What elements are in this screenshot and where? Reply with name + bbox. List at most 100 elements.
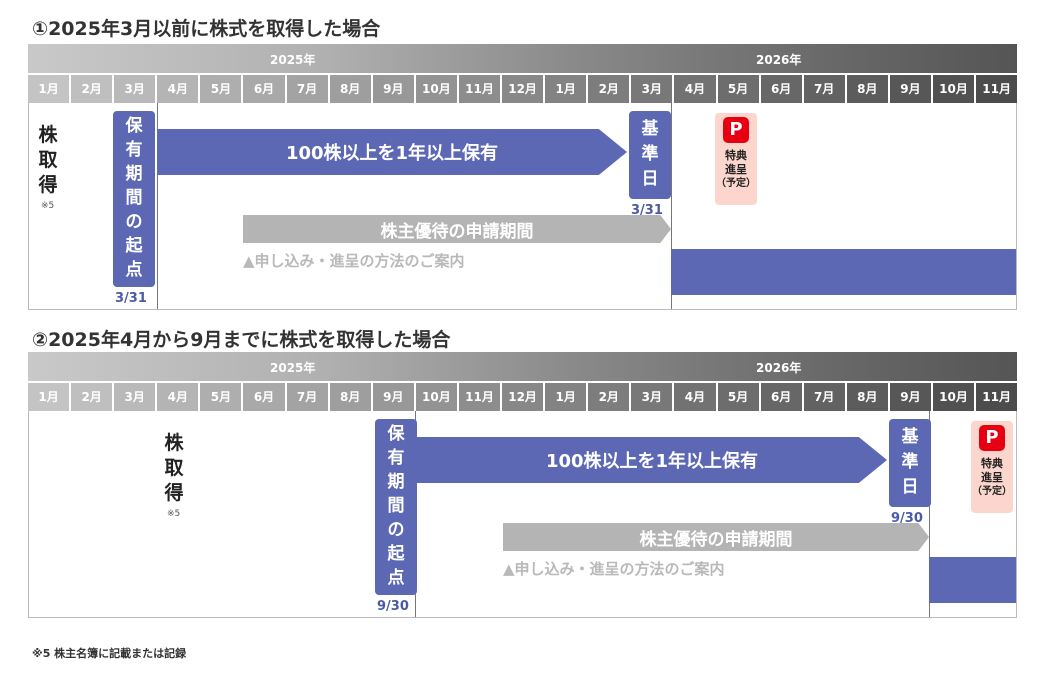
base-char: 日 [641, 169, 659, 189]
month-cell: 5月 [200, 383, 244, 411]
month-cell: 8月 [329, 75, 373, 103]
start-char: の [125, 212, 143, 232]
month-cell: 12月 [502, 383, 546, 411]
p-logo-icon: P [723, 117, 749, 143]
start-char: 点 [125, 260, 143, 280]
holding-start-box: 保 有 期 間 の 起 点 [375, 419, 417, 595]
month-cell: 10月 [415, 75, 459, 103]
holding-start-box: 保 有 期 間 の 起 点 [113, 111, 155, 287]
hold-period-label: 100株以上を1年以上保有 [285, 143, 499, 164]
scenario1-title: ①2025年3月以前に株式を取得した場合 [32, 18, 381, 40]
scenario2-title: ②2025年4月から9月までに株式を取得した場合 [32, 329, 451, 351]
application-period-band [929, 557, 1016, 603]
start-char: 有 [125, 140, 143, 160]
year-label-2025: 2025年 [270, 361, 316, 375]
month-cell: 2月 [71, 75, 115, 103]
month-cell: 9月 [372, 75, 416, 103]
acquire-note: ※5 [41, 201, 55, 211]
month-cell: 7月 [286, 383, 330, 411]
start-char: 保 [387, 424, 405, 444]
year-label-2025: 2025年 [270, 53, 316, 67]
start-char: 保 [125, 116, 143, 136]
start-char: 点 [387, 568, 405, 588]
application-period-arrow: 株主優待の申請期間 [503, 523, 929, 551]
start-char: 間 [387, 496, 405, 516]
month-cell: 4月 [157, 383, 201, 411]
month-cell: 1月 [28, 75, 72, 103]
scenario2-timeline: 2025年 2026年 1月 2月 3月 4月 5月 6月 7月 8月 9月 10月 11月 12月 1… [28, 352, 1018, 618]
month-cell: 6月 [243, 75, 287, 103]
month-cell: 4月 [157, 75, 201, 103]
month-cell: 3月 [114, 383, 158, 411]
base-char: 基 [641, 119, 659, 139]
base-date-box: 基 準 日 [889, 419, 931, 507]
acquire-note: ※5 [167, 509, 181, 519]
month-cell: 11月 [458, 383, 503, 411]
year-label-2026: 2026年 [756, 53, 802, 67]
application-guide-link[interactable]: ▲申し込み・進呈の方法のご案内 [503, 558, 725, 579]
perk-line: 進呈 [725, 163, 747, 176]
acquire-char: 得 [164, 482, 184, 504]
month-cell: 8月 [329, 383, 373, 411]
hold-period-arrow: 100株以上を1年以上保有 [157, 129, 627, 175]
month-cell: 6月 [243, 383, 287, 411]
p-logo-icon: P [979, 425, 1005, 451]
base-date-box: 基 準 日 [629, 111, 671, 199]
month-cell: 4月 [674, 75, 718, 103]
application-guide-link[interactable]: ▲申し込み・進呈の方法のご案内 [243, 250, 465, 271]
month-header: 1月 2月 3月 4月 5月 6月 7月 8月 9月 10月 11月 12月 1月 2月 3月 4月 5月 6月 7… [28, 75, 1018, 103]
perk-line: 進呈 [981, 471, 1003, 484]
base-char: 日 [901, 477, 919, 497]
scenario1-timeline: 2025年 2026年 1月 2月 3月 4月 5月 6月 7月 8月 9月 10月 11月 12月 1… [28, 44, 1018, 310]
month-cell: 1月 [545, 383, 589, 411]
month-cell: 4月 [674, 383, 718, 411]
year-header: 2025年 2026年 [28, 44, 1017, 73]
start-char: 起 [387, 544, 405, 564]
start-char: 起 [125, 236, 143, 256]
perk-line: 特典 [981, 457, 1003, 470]
month-cell: 3月 [114, 75, 158, 103]
month-cell: 2月 [588, 75, 632, 103]
application-period-label: 株主優待の申請期間 [639, 529, 793, 550]
month-cell: 2月 [71, 383, 115, 411]
month-cell: 7月 [286, 75, 330, 103]
application-period-band [671, 249, 1016, 295]
month-cell: 7月 [803, 383, 847, 411]
start-char: 期 [125, 164, 143, 184]
month-cell: 11月 [976, 383, 1018, 411]
month-cell: 5月 [717, 383, 761, 411]
timeline-body: 株 取 得 ※5 保 有 期 間 の 起 点 3/31 100株以上を1年以上保… [28, 103, 1017, 310]
month-cell: 3月 [631, 75, 675, 103]
application-period-label: 株主優待の申請期間 [380, 221, 534, 242]
hold-period-arrow: 100株以上を1年以上保有 [417, 437, 887, 483]
month-header: 1月 2月 3月 4月 5月 6月 7月 8月 9月 10月 11月 12月 1月 2月 3月 4月 5月 6月 7… [28, 383, 1018, 411]
hold-period-label: 100株以上を1年以上保有 [545, 451, 759, 472]
year-header: 2025年 2026年 [28, 352, 1017, 381]
start-date: 3/31 [115, 291, 147, 306]
perk-badge: P 特典 進呈 （予定） [715, 113, 757, 205]
acquire-char: 株 [38, 124, 58, 146]
timeline-body: 株 取 得 ※5 保 有 期 間 の 起 点 9/30 100株以上を1年以上保… [28, 411, 1017, 618]
year-label-2026: 2026年 [756, 361, 802, 375]
month-cell: 9月 [372, 383, 416, 411]
start-char: 間 [125, 188, 143, 208]
base-char: 準 [641, 144, 659, 164]
perk-badge: P 特典 進呈 （予定） [971, 421, 1013, 513]
perk-note: （予定） [716, 178, 756, 189]
perk-note: （予定） [972, 486, 1012, 497]
month-cell: 10月 [415, 383, 459, 411]
footnote: ※5 株主名簿に記載または記録 [32, 647, 187, 660]
start-char: の [387, 520, 405, 540]
month-cell: 10月 [932, 383, 977, 411]
month-cell: 7月 [803, 75, 847, 103]
acquire-char: 得 [38, 174, 58, 196]
month-cell: 11月 [976, 75, 1018, 103]
month-cell: 2月 [588, 383, 632, 411]
month-cell: 6月 [760, 383, 804, 411]
month-cell: 8月 [846, 383, 890, 411]
month-cell: 9月 [889, 75, 933, 103]
start-char: 期 [387, 472, 405, 492]
month-cell: 12月 [502, 75, 546, 103]
start-date: 9/30 [377, 599, 409, 614]
acquire-char: 株 [164, 432, 184, 454]
